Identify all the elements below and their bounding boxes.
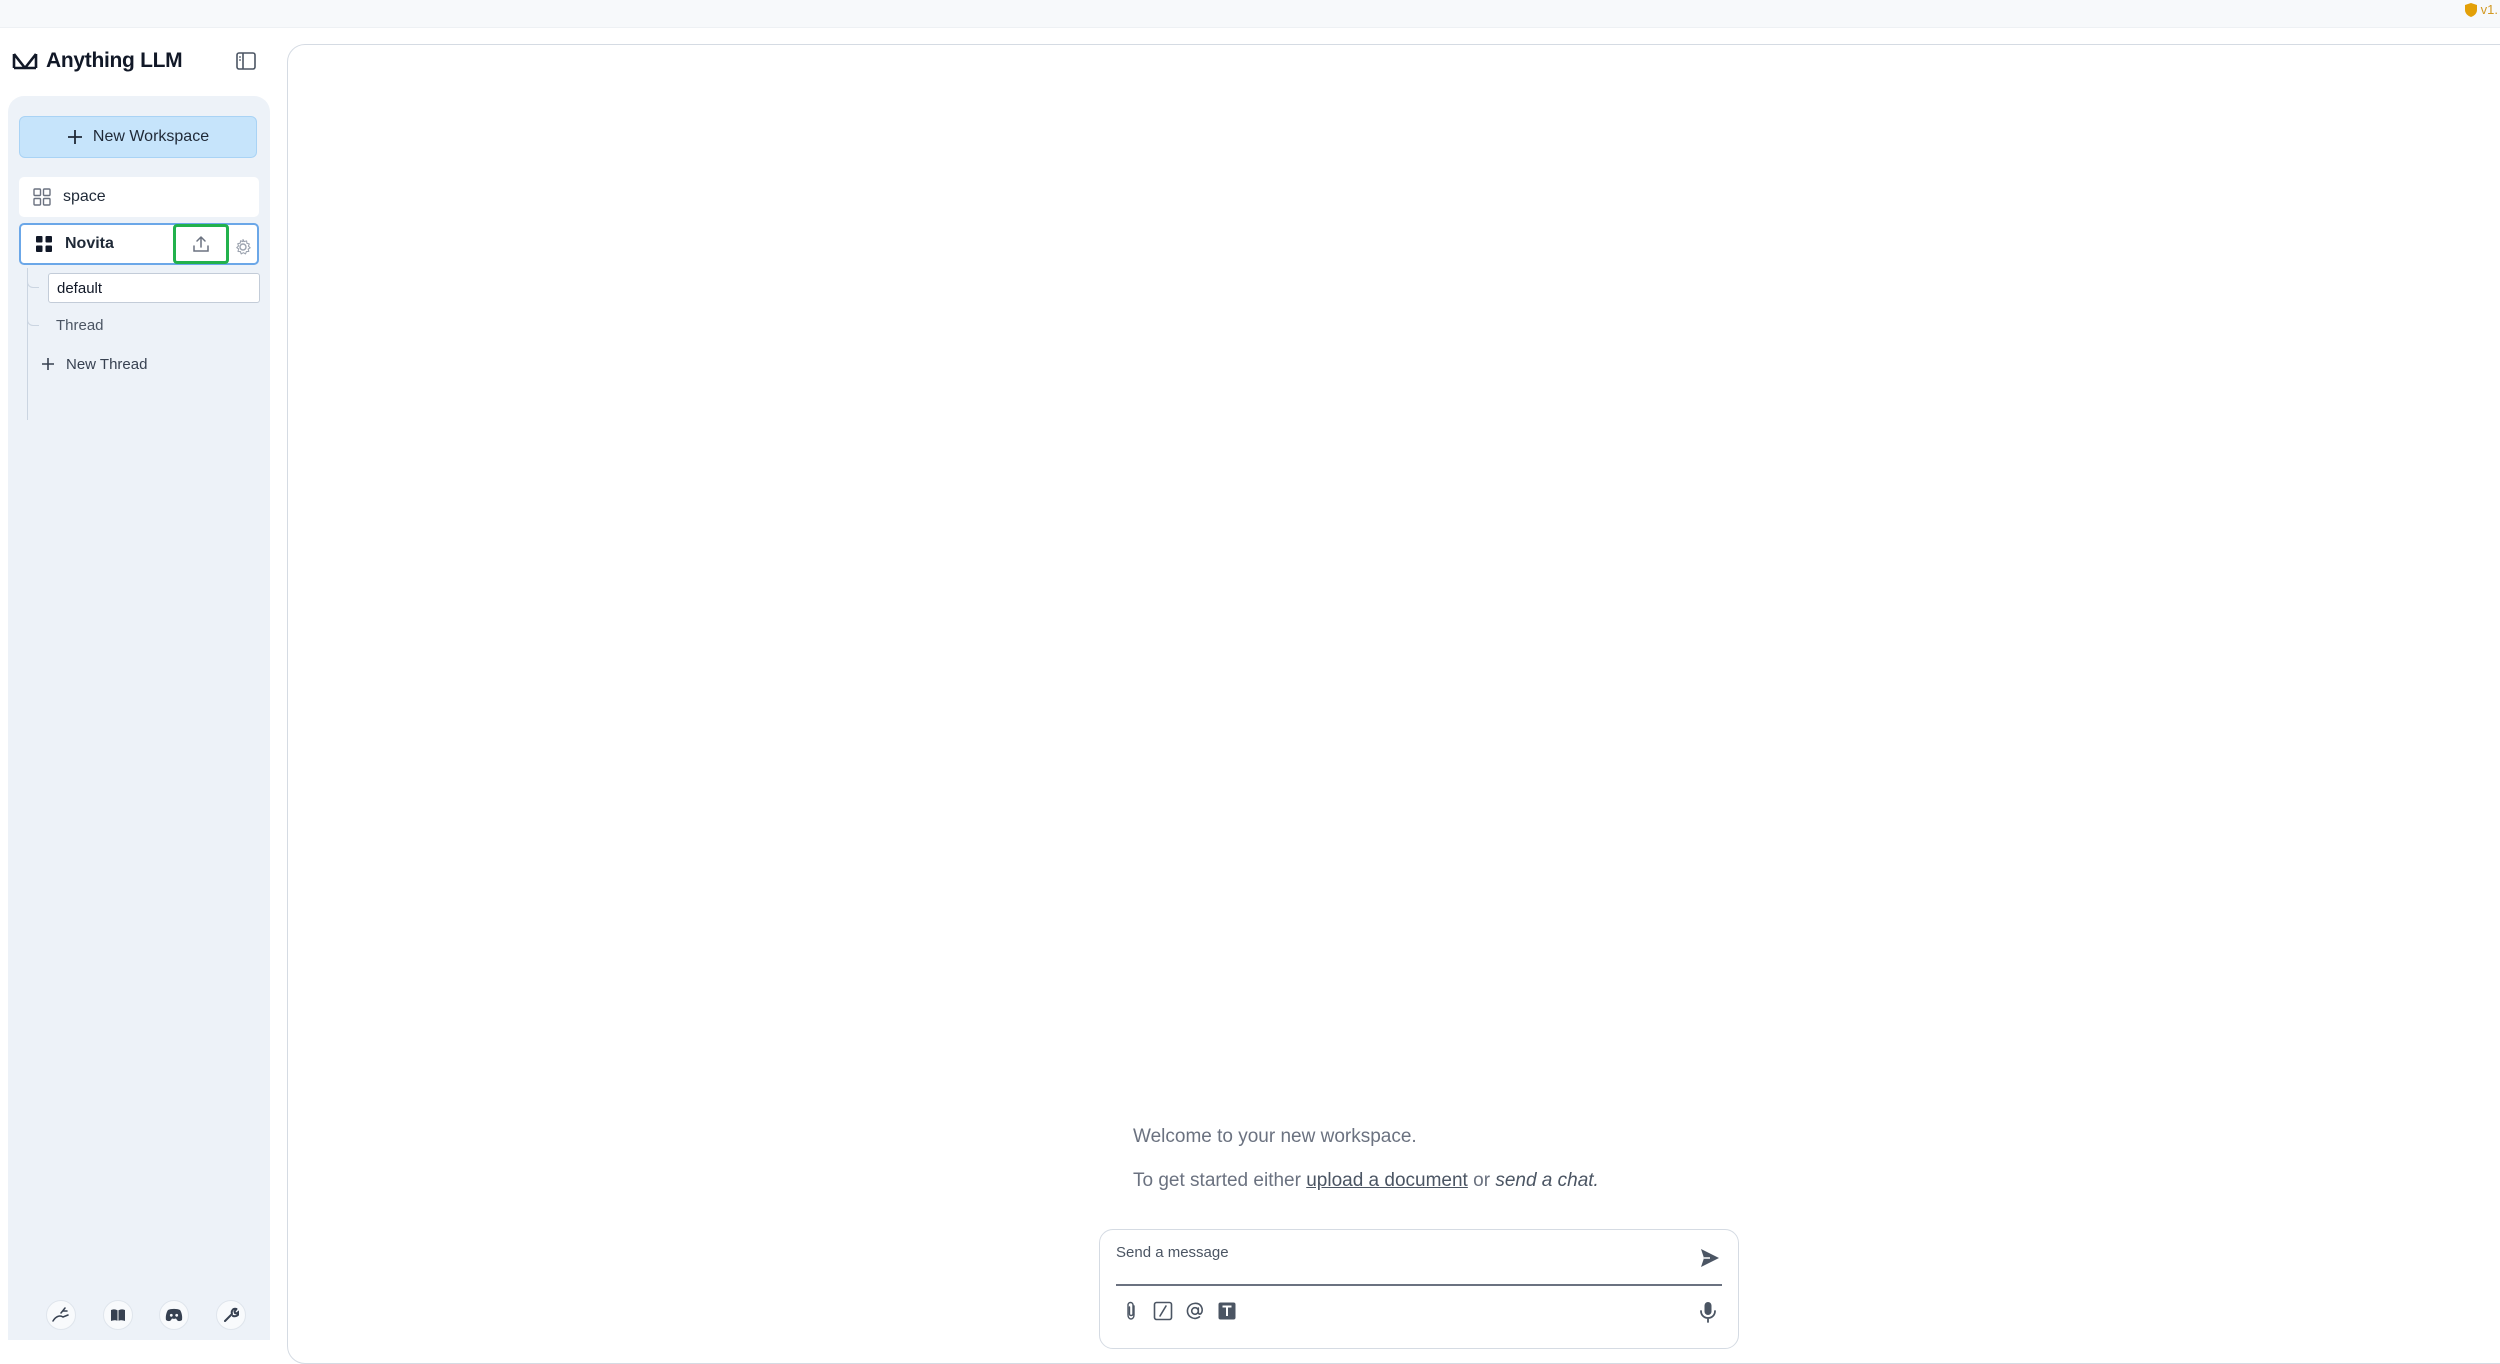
sidebar-footer — [46, 1300, 246, 1340]
community-hub-icon — [52, 1307, 69, 1322]
docs-button[interactable] — [102, 1300, 133, 1330]
send-icon[interactable] — [1698, 1246, 1722, 1270]
send-chat-text: send a chat. — [1495, 1170, 1599, 1191]
new-workspace-button[interactable]: New Workspace — [19, 116, 257, 158]
attach-icon — [1127, 1301, 1135, 1320]
slash-command-icon — [1153, 1301, 1173, 1321]
slash-command-button[interactable] — [1152, 1300, 1174, 1322]
new-thread-button[interactable]: New Thread — [42, 349, 147, 379]
settings-wrench-icon — [223, 1307, 239, 1322]
or-text: or — [1473, 1170, 1491, 1191]
attach-button[interactable] — [1120, 1300, 1142, 1322]
thread-tree-branch — [27, 314, 39, 326]
sidebar: New Workspace space Novita default Threa… — [8, 96, 270, 1340]
version-text: v1. — [2480, 2, 2498, 17]
settings-button[interactable] — [215, 1300, 246, 1330]
get-started-line: To get started either upload a document … — [1133, 1170, 1833, 1192]
community-hub-button[interactable] — [46, 1300, 76, 1330]
discord-button[interactable] — [159, 1300, 190, 1330]
composer-toolbar — [1120, 1300, 1238, 1322]
thread-item-thread[interactable]: Thread — [48, 310, 260, 340]
microphone-icon[interactable] — [1696, 1300, 1720, 1324]
workspace-name: Novita — [65, 235, 114, 252]
new-workspace-label: New Workspace — [92, 128, 210, 145]
gear-icon — [236, 238, 251, 254]
mention-button[interactable] — [1184, 1300, 1206, 1322]
thread-name: Thread — [56, 316, 104, 334]
thread-name: default — [57, 279, 103, 297]
shield-icon — [2464, 2, 2477, 17]
docs-book-icon — [110, 1309, 125, 1321]
new-thread-label: New Thread — [66, 355, 148, 373]
message-input[interactable] — [1116, 1244, 1676, 1268]
app-title: Anything LLM — [46, 49, 183, 72]
welcome-line: Welcome to your new workspace. — [1133, 1126, 1417, 1147]
sidebar-toggle-button[interactable] — [235, 50, 257, 72]
composer-divider — [1116, 1284, 1722, 1286]
upload-document-link[interactable]: upload a document — [1306, 1170, 1468, 1191]
sidebar-toggle-icon — [236, 52, 256, 70]
version-badge[interactable]: v1. — [2464, 2, 2498, 17]
plus-icon — [42, 358, 54, 370]
workspace-name: space — [63, 188, 106, 205]
message-composer — [1099, 1229, 1739, 1349]
app-brand: Anything LLM — [12, 46, 183, 76]
thread-tree-line — [27, 268, 39, 420]
discord-icon — [166, 1308, 183, 1322]
thread-tree-branch — [27, 276, 39, 288]
workspace-grid-filled-icon — [36, 236, 52, 252]
upload-icon — [193, 236, 209, 252]
text-size-button[interactable] — [1216, 1300, 1238, 1322]
welcome-message: Welcome to your new workspace. To get st… — [1133, 1126, 1833, 1192]
workspace-actions — [173, 224, 251, 264]
thread-item-default[interactable]: default — [48, 273, 260, 303]
get-started-prefix: To get started either — [1133, 1170, 1301, 1191]
plus-icon — [67, 130, 82, 144]
upload-document-button[interactable] — [173, 224, 229, 264]
workspace-item-space[interactable]: space — [19, 177, 259, 217]
text-size-icon — [1218, 1302, 1236, 1320]
workspace-grid-icon — [33, 188, 51, 206]
top-bar: v1. — [0, 0, 2500, 28]
workspace-settings-button[interactable] — [231, 235, 255, 259]
mention-at-icon — [1186, 1302, 1203, 1320]
workspace-item-novita[interactable]: Novita — [19, 223, 259, 265]
anythingllm-logo-icon — [12, 53, 38, 70]
